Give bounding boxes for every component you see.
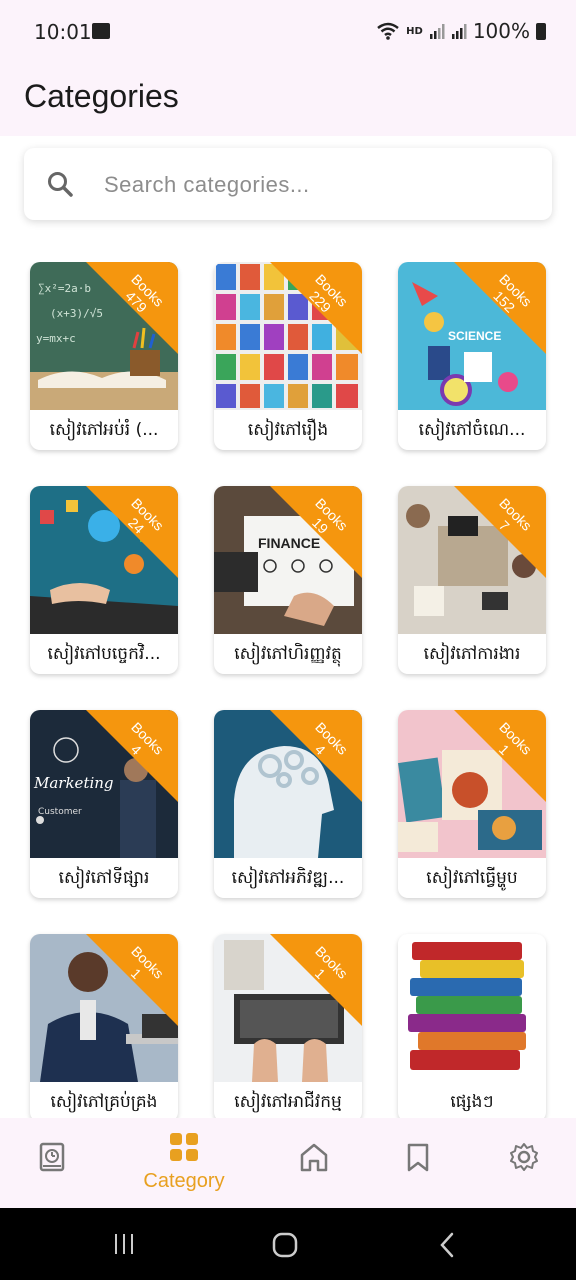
network-type-label: HD bbox=[406, 25, 423, 37]
signal-icon-2 bbox=[451, 24, 467, 39]
category-card-other[interactable]: ផ្សេងៗ bbox=[398, 934, 546, 1118]
home-icon bbox=[300, 1143, 328, 1172]
category-name: សៀវភៅបច្ចេកវិ... bbox=[47, 644, 161, 664]
svg-text:∑x²=2a·b: ∑x²=2a·b bbox=[38, 282, 91, 295]
app-bar: Categories bbox=[0, 64, 576, 136]
category-name: សៀវភៅការងារ bbox=[423, 644, 521, 664]
category-name: សៀវភៅធ្វើម្ហូប bbox=[426, 868, 518, 888]
category-name: សៀវភៅអាជីវកម្ម bbox=[234, 1092, 342, 1112]
category-card-marketing[interactable]: Marketing Customer Books 4 សៀវភៅទីផ្សារ bbox=[30, 710, 178, 898]
gear-icon bbox=[510, 1143, 538, 1171]
wifi-icon bbox=[377, 22, 399, 40]
category-name: សៀវភៅអប់រំ (... bbox=[49, 420, 159, 440]
category-card-management[interactable]: Books 1 សៀវភៅគ្រប់គ្រង bbox=[30, 934, 178, 1118]
status-bar: 10:01 HD 100% bbox=[0, 0, 576, 64]
bookmark-icon bbox=[407, 1143, 429, 1172]
category-card-business[interactable]: Books 1 សៀវភៅអាជីវកម្ម bbox=[214, 934, 362, 1118]
category-name: សៀវភៅគ្រប់គ្រង bbox=[50, 1092, 158, 1112]
search-bar[interactable] bbox=[24, 148, 552, 220]
category-name: ផ្សេងៗ bbox=[450, 1092, 494, 1112]
recent-apps-button[interactable] bbox=[112, 1232, 136, 1256]
status-time: 10:01 bbox=[34, 20, 92, 44]
system-navigation-bar bbox=[0, 1208, 576, 1280]
category-grid-icon bbox=[170, 1133, 198, 1161]
nav-category[interactable]: Category bbox=[132, 1118, 236, 1208]
battery-percent: 100% bbox=[472, 19, 530, 43]
battery-icon bbox=[536, 22, 546, 40]
image-notification-icon bbox=[92, 23, 110, 39]
category-card-technology[interactable]: Books 24 សៀវភៅបច្ចេកវិ... bbox=[30, 486, 178, 674]
nav-history[interactable] bbox=[0, 1118, 104, 1208]
back-button[interactable] bbox=[436, 1232, 460, 1258]
category-name: សៀវភៅទីផ្សារ bbox=[58, 868, 150, 888]
nav-home[interactable] bbox=[262, 1118, 366, 1208]
category-name: សៀវភៅអភិវឌ្ឍ... bbox=[231, 868, 345, 888]
category-card-work[interactable]: Books 7 សៀវភៅការងារ bbox=[398, 486, 546, 674]
category-thumbnail bbox=[398, 934, 546, 1082]
signal-icon bbox=[429, 24, 445, 39]
category-card-science[interactable]: SCIENCE Books 152 សៀវភៅចំណេ... bbox=[398, 262, 546, 450]
category-name: សៀវភៅរឿង bbox=[247, 420, 329, 440]
category-name: សៀវភៅហិរញ្ញវត្ថុ bbox=[234, 644, 342, 664]
category-card-finance[interactable]: FINANCE Books 19 សៀវភៅហិរញ្ញវត្ថុ bbox=[214, 486, 362, 674]
nav-category-label: Category bbox=[143, 1170, 225, 1192]
status-icons: HD 100% bbox=[376, 19, 546, 43]
category-grid: ∑x²=2a·b (x+3)/√5 y=mx+c Books 479 សៀវភៅ… bbox=[0, 262, 576, 1118]
category-card-cooking[interactable]: Books 1 សៀវភៅធ្វើម្ហូប bbox=[398, 710, 546, 898]
nav-bookmark[interactable] bbox=[366, 1118, 470, 1208]
nav-settings[interactable] bbox=[472, 1118, 576, 1208]
bottom-navigation: Category bbox=[0, 1118, 576, 1208]
home-button[interactable] bbox=[272, 1232, 298, 1258]
category-card-stories[interactable]: Books 229 សៀវភៅរឿង bbox=[214, 262, 362, 450]
history-icon bbox=[39, 1142, 65, 1172]
page-title: Categories bbox=[24, 78, 179, 114]
svg-text:Customer: Customer bbox=[38, 807, 82, 817]
search-input[interactable] bbox=[102, 164, 526, 206]
svg-text:y=mx+c: y=mx+c bbox=[36, 332, 76, 345]
category-card-development[interactable]: Books 4 សៀវភៅអភិវឌ្ឍ... bbox=[214, 710, 362, 898]
category-name: សៀវភៅចំណេ... bbox=[418, 420, 526, 440]
search-icon bbox=[48, 172, 73, 197]
category-card-education[interactable]: ∑x²=2a·b (x+3)/√5 y=mx+c Books 479 សៀវភៅ… bbox=[30, 262, 178, 450]
